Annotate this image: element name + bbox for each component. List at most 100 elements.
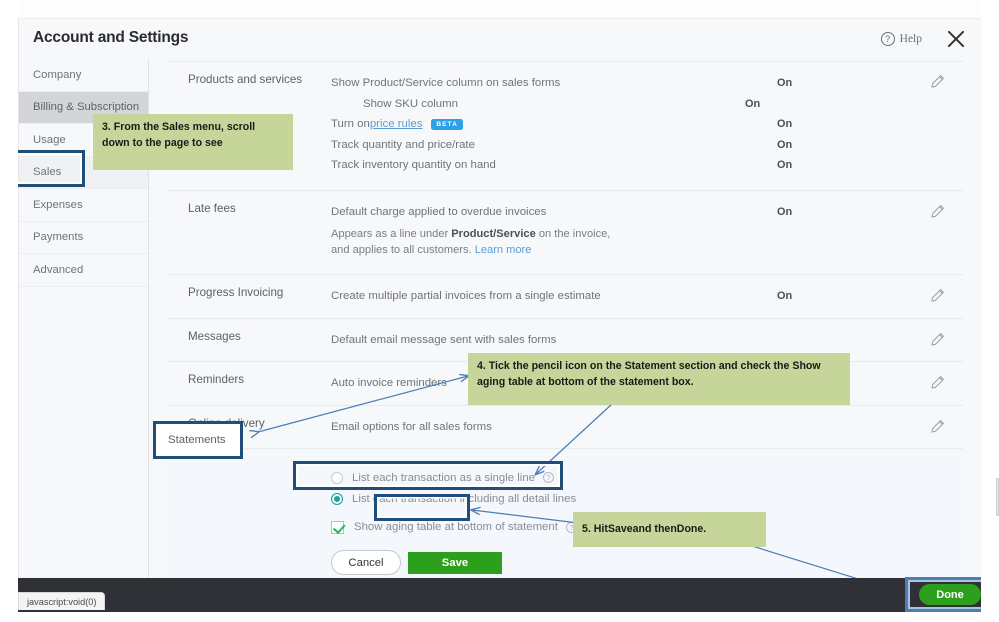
desc-part-1: Appears as a line under <box>331 228 452 240</box>
setting-value: On <box>777 290 793 303</box>
setting-row: Show Product/Service column on sales for… <box>331 73 843 94</box>
setting-row: Default charge applied to overdue invoic… <box>331 202 843 223</box>
right-margin <box>981 0 999 622</box>
setting-text: Default charge applied to overdue invoic… <box>331 205 547 218</box>
setting-row: Default email message sent with sales fo… <box>331 330 843 351</box>
help-button[interactable]: ? Help <box>880 32 922 46</box>
section-label: Progress Invoicing <box>188 286 284 299</box>
account-settings-modal: Account and Settings ? Help Company Bill… <box>18 18 981 578</box>
callout-text-g: box. <box>668 375 694 388</box>
close-icon[interactable] <box>944 27 968 51</box>
save-button[interactable]: Save <box>408 551 502 574</box>
sidebar-item-expenses[interactable]: Expenses <box>19 189 148 222</box>
sidebar-item-payments[interactable]: Payments <box>19 222 148 254</box>
sidebar-item-company[interactable]: Company <box>19 59 148 92</box>
setting-row: Show SKU column On <box>331 94 843 115</box>
callout-text-a: 3. From the <box>102 121 163 133</box>
browser-status-bar: javascript:void(0) <box>18 592 106 610</box>
setting-row-price-rules: Turn on price rules BETA On <box>331 114 843 135</box>
page-title: Account and Settings <box>33 29 189 46</box>
checkbox-label: Show aging table at bottom of statement <box>354 521 558 533</box>
page-top-margin <box>0 0 999 18</box>
modal-header: Account and Settings ? Help <box>19 19 981 59</box>
setting-value: On <box>777 138 793 151</box>
setting-value: On <box>777 205 793 218</box>
callout-text-d: Statement <box>624 360 676 372</box>
screenshot-root: Account and Settings ? Help Company Bill… <box>0 0 999 622</box>
setting-text: Track quantity and price/rate <box>331 138 475 151</box>
highlight-box-sales <box>10 150 85 187</box>
sidebar-item-label: Usage <box>33 133 66 146</box>
setting-row: Track inventory quantity on hand On <box>331 155 843 176</box>
callout-text-a: 5. Hit <box>582 522 608 535</box>
callout-step-4: 4. Tick the pencil icon on the Statement… <box>468 353 850 405</box>
callout-text-e: section and check the <box>675 360 793 372</box>
bottom-margin <box>0 612 999 622</box>
setting-value: On <box>777 77 793 90</box>
edit-pencil-icon[interactable] <box>929 204 945 220</box>
status-bar-text: javascript:void(0) <box>27 596 97 607</box>
setting-text: Default email message sent with sales fo… <box>331 333 557 346</box>
highlight-box-show-aging-checkbox <box>293 461 563 490</box>
left-margin <box>0 0 18 622</box>
desc-bold: Product/Service <box>451 228 536 240</box>
callout-text-d: to the page to see <box>132 136 223 149</box>
radio-label: List each transaction including all deta… <box>352 492 577 505</box>
edit-pencil-icon[interactable] <box>929 419 945 435</box>
highlight-box-done-button <box>905 577 993 612</box>
help-label: Help <box>899 33 922 45</box>
sidebar-item-label: Company <box>33 68 82 81</box>
checkbox-icon[interactable] <box>331 520 344 534</box>
late-fees-description: Appears as a line under Product/Service … <box>331 227 631 258</box>
section-online-delivery: Online delivery Email options for all sa… <box>168 406 963 449</box>
setting-text: Email options for all sales forms <box>331 420 492 433</box>
section-progress-invoicing: Progress Invoicing Create multiple parti… <box>168 275 963 319</box>
callout-text-e: . <box>703 522 707 535</box>
learn-more-link[interactable]: Learn more <box>475 244 532 256</box>
statements-action-row: Cancel Save <box>331 550 963 575</box>
sidebar-item-label: Expenses <box>33 198 83 211</box>
section-statements: Statements List each transaction as a si… <box>168 449 963 578</box>
callout-text-c: and then <box>632 522 677 535</box>
edit-pencil-icon[interactable] <box>929 288 945 304</box>
price-rules-link[interactable]: price rules <box>370 118 423 130</box>
cancel-button[interactable]: Cancel <box>331 550 401 575</box>
edit-pencil-icon[interactable] <box>929 375 945 391</box>
sidebar-item-advanced[interactable]: Advanced <box>19 254 148 287</box>
setting-value: On <box>777 118 793 131</box>
setting-text: Auto invoice reminders <box>331 377 447 390</box>
radio-option-detail-lines[interactable]: List each transaction including all deta… <box>331 488 963 509</box>
browser-bottom-bar <box>18 578 981 612</box>
sidebar-item-label: Advanced <box>33 263 84 276</box>
section-late-fees: Late fees Default charge applied to over… <box>168 191 963 275</box>
edit-pencil-icon[interactable] <box>929 74 945 90</box>
price-rules-prefix: Turn on <box>331 118 370 131</box>
callout-text-b: Save <box>607 522 633 535</box>
setting-row: Email options for all sales forms <box>331 417 843 438</box>
setting-text: Create multiple partial invoices from a … <box>331 290 601 303</box>
setting-text: Track inventory quantity on hand <box>331 159 496 172</box>
callout-text-d: Done <box>676 522 704 535</box>
section-label: Products and services <box>188 73 303 86</box>
setting-row: Track quantity and price/rate On <box>331 135 843 156</box>
highlight-box-statements: Statements <box>153 421 243 459</box>
sidebar-item-label: Billing & Subscription <box>33 101 140 114</box>
setting-text: Show SKU column <box>363 97 458 110</box>
section-label: Reminders <box>188 373 245 386</box>
callout-text-c: icon on the <box>562 360 625 372</box>
callout-text-b: pencil <box>531 360 563 372</box>
callout-text-a: 4. Tick the <box>477 360 532 372</box>
section-label: Late fees <box>188 201 236 215</box>
setting-value: On <box>777 159 793 172</box>
callout-step-3: 3. From the Sales menu, scroll down to t… <box>93 114 293 170</box>
radio-icon[interactable] <box>331 492 343 505</box>
edit-pencil-icon[interactable] <box>929 332 945 348</box>
sidebar-item-label: Payments <box>33 231 84 244</box>
question-circle-icon: ? <box>880 32 895 46</box>
setting-text: Show Product/Service column on sales for… <box>331 77 561 90</box>
setting-value: On <box>745 97 761 110</box>
callout-text-b: Sales <box>162 121 190 133</box>
callout-step-5: 5. Hit Save and then Done. <box>573 512 766 547</box>
statements-label: Statements <box>168 434 226 446</box>
setting-row: Create multiple partial invoices from a … <box>331 286 843 307</box>
